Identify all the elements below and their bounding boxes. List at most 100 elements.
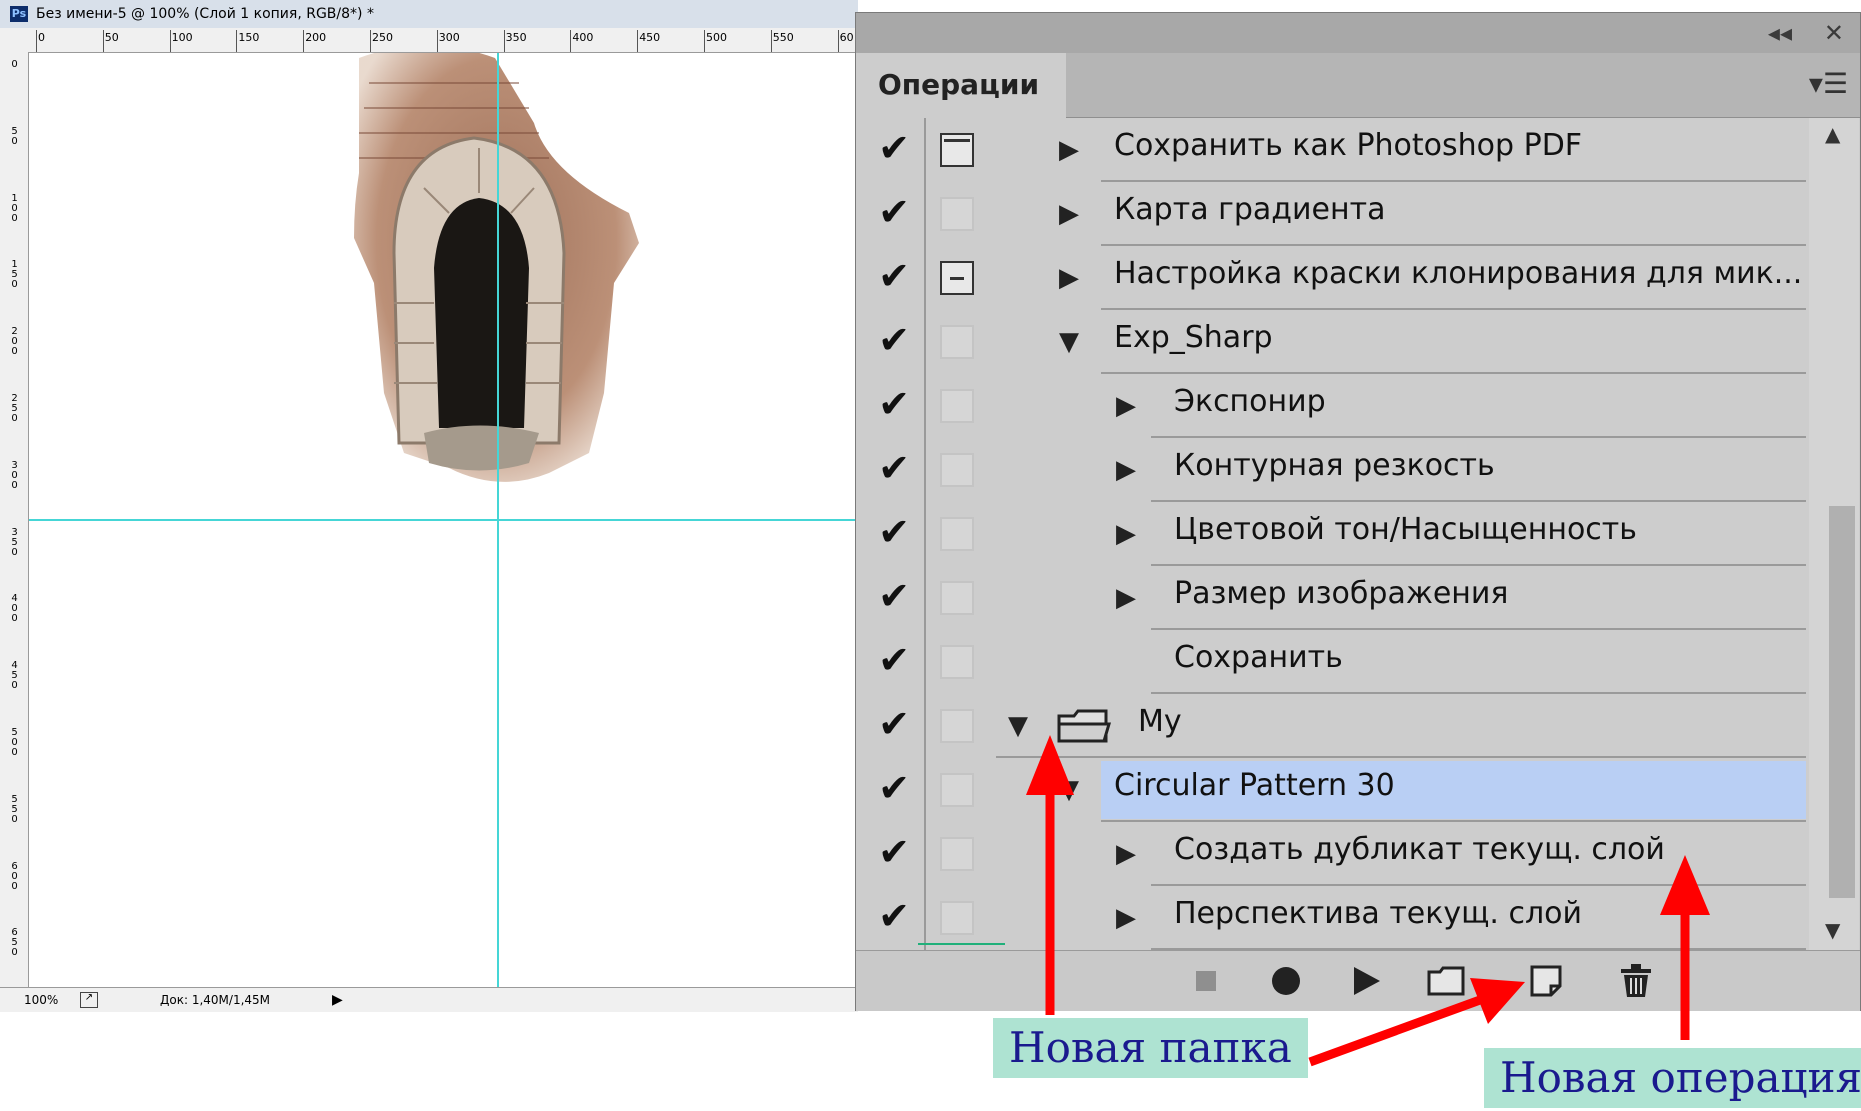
export-icon[interactable]: ↗ xyxy=(80,992,98,1008)
action-row[interactable]: ✔ ▼ Exp_Sharp xyxy=(856,310,1806,374)
dialog-toggle-icon[interactable] xyxy=(940,453,974,487)
ruler-tick xyxy=(36,30,37,52)
ruler-tick xyxy=(570,30,572,52)
dialog-toggle-icon[interactable] xyxy=(940,709,974,743)
dialog-toggle-icon[interactable] xyxy=(940,837,974,871)
expand-triangle-icon[interactable]: ▶ xyxy=(1116,839,1136,869)
scroll-up-icon[interactable]: ▲ xyxy=(1825,122,1840,146)
column-divider xyxy=(924,246,926,310)
record-icon[interactable] xyxy=(1266,961,1306,1001)
collapse-triangle-icon[interactable]: ▼ xyxy=(1059,327,1079,357)
column-divider xyxy=(924,182,926,246)
dialog-toggle-icon[interactable] xyxy=(940,581,974,615)
collapse-icon[interactable]: ◂◂ xyxy=(1768,19,1792,47)
vertical-ruler[interactable]: 0 50 100 150 200 250 300 350 400 450 500 550 600 650 xyxy=(0,52,29,987)
dialog-toggle-icon[interactable] xyxy=(940,901,974,935)
scroll-down-icon[interactable]: ▼ xyxy=(1825,918,1840,942)
ruler-tick xyxy=(770,30,772,52)
ruler-tick-label: 50 xyxy=(11,125,18,147)
zoom-level[interactable]: 100% xyxy=(24,988,58,1012)
dialog-toggle-icon[interactable] xyxy=(940,197,974,231)
action-row[interactable]: ✔ ▼ Circular Pattern 30 xyxy=(856,758,1806,822)
panel-header[interactable]: ◂◂ ✕ xyxy=(856,13,1860,53)
status-arrow-icon[interactable]: ▶ xyxy=(332,988,343,1012)
column-divider xyxy=(924,758,926,822)
action-row[interactable]: ✔ ▶ Перспектива текущ. слой xyxy=(856,886,1806,950)
new-folder-callout: Новая папка xyxy=(993,1018,1308,1078)
action-row[interactable]: ✔ ▶ Сохранить как Photoshop PDF xyxy=(856,118,1806,182)
dialog-toggle-icon[interactable] xyxy=(940,389,974,423)
ruler-tick-label: 100 xyxy=(11,192,18,224)
column-divider xyxy=(924,694,926,758)
collapse-triangle-icon[interactable]: ▼ xyxy=(1008,711,1028,741)
action-row[interactable]: ✔ ▶ Контурная резкость xyxy=(856,438,1806,502)
ruler-tick xyxy=(637,30,639,52)
ruler-tick xyxy=(370,30,371,52)
document-title: Без имени-5 @ 100% (Слой 1 копия, RGB/8*… xyxy=(36,6,374,22)
action-row[interactable]: ✔ ▶ Размер изображения xyxy=(856,566,1806,630)
action-row[interactable]: ✔ ▶ Экспонир xyxy=(856,374,1806,438)
new-action-icon[interactable] xyxy=(1526,961,1566,1001)
toggle-checkmark-icon[interactable]: ✔ xyxy=(874,894,914,938)
toggle-checkmark-icon[interactable]: ✔ xyxy=(874,126,914,170)
expand-triangle-icon[interactable]: ▶ xyxy=(1116,583,1136,613)
toggle-checkmark-icon[interactable]: ✔ xyxy=(874,638,914,682)
column-divider xyxy=(924,118,926,182)
dialog-toggle-icon[interactable] xyxy=(940,261,974,295)
actions-panel: ◂◂ ✕ Операции ▾☰ ✔ ▶ Сохранить как Photosh… xyxy=(855,12,1861,1011)
collapse-triangle-icon[interactable]: ▼ xyxy=(1059,775,1079,805)
ruler-tick-label: 600 xyxy=(11,860,18,892)
dialog-toggle-icon[interactable] xyxy=(940,133,974,167)
document-title-bar[interactable]: Ps Без имени-5 @ 100% (Слой 1 копия, RGB… xyxy=(0,0,858,29)
play-icon[interactable] xyxy=(1346,961,1386,1001)
ruler-tick-label: 450 xyxy=(11,660,18,692)
new-set-folder-icon[interactable] xyxy=(1426,961,1466,1001)
scroll-thumb[interactable] xyxy=(1829,506,1855,898)
toggle-checkmark-icon[interactable]: ✔ xyxy=(874,830,914,874)
expand-triangle-icon[interactable]: ▶ xyxy=(1116,455,1136,485)
panel-menu-icon[interactable]: ▾☰ xyxy=(1809,67,1848,100)
ruler-tick-label: 150 xyxy=(238,31,260,44)
toggle-checkmark-icon[interactable]: ✔ xyxy=(874,510,914,554)
ruler-tick-label: 550 xyxy=(772,31,794,44)
toggle-checkmark-icon[interactable]: ✔ xyxy=(874,382,914,426)
tab-actions[interactable]: Операции xyxy=(856,53,1066,118)
action-label: Exp_Sharp xyxy=(1114,320,1273,355)
expand-triangle-icon[interactable]: ▶ xyxy=(1059,263,1079,293)
expand-triangle-icon[interactable]: ▶ xyxy=(1059,135,1079,165)
toggle-checkmark-icon[interactable]: ✔ xyxy=(874,446,914,490)
dialog-toggle-icon[interactable] xyxy=(940,773,974,807)
document-window: Ps Без имени-5 @ 100% (Слой 1 копия, RGB… xyxy=(0,0,858,1012)
horizontal-ruler[interactable]: 0 50 100 150 200 250 300 350 400 450 500 550 60 xyxy=(0,28,858,53)
expand-triangle-icon[interactable]: ▶ xyxy=(1116,519,1136,549)
ruler-tick-label: 500 xyxy=(706,31,727,44)
horizontal-guide[interactable] xyxy=(29,519,857,521)
trash-icon[interactable] xyxy=(1616,961,1656,1001)
scrollbar[interactable]: ▲ ▼ xyxy=(1809,118,1859,950)
photoshop-icon: Ps xyxy=(10,6,28,22)
toggle-checkmark-icon[interactable]: ✔ xyxy=(874,766,914,810)
dialog-toggle-icon[interactable] xyxy=(940,325,974,359)
toggle-checkmark-icon[interactable]: ✔ xyxy=(874,574,914,618)
column-divider xyxy=(924,310,926,374)
stop-icon[interactable] xyxy=(1186,961,1226,1001)
action-row[interactable]: ✔ ▶ Карта градиента xyxy=(856,182,1806,246)
toggle-checkmark-icon[interactable]: ✔ xyxy=(874,318,914,362)
expand-triangle-icon[interactable]: ▶ xyxy=(1116,903,1136,933)
action-row[interactable]: ✔ ▶ Настройка краски клонирования для мик.… xyxy=(856,246,1806,310)
expand-triangle-icon[interactable]: ▶ xyxy=(1116,391,1136,421)
action-row[interactable]: ✔ ▶ Создать дубликат текущ. слой xyxy=(856,822,1806,886)
dialog-toggle-icon[interactable] xyxy=(940,517,974,551)
dialog-toggle-icon[interactable] xyxy=(940,645,974,679)
ruler-tick-label: 250 xyxy=(11,393,18,424)
action-set-row[interactable]: ✔ ▼ My xyxy=(856,694,1806,758)
action-row[interactable]: ✔ Сохранить xyxy=(856,630,1806,694)
expand-triangle-icon[interactable]: ▶ xyxy=(1059,199,1079,229)
toggle-checkmark-icon[interactable]: ✔ xyxy=(874,190,914,234)
action-row[interactable]: ✔ ▶ Цветовой тон/Насыщенность xyxy=(856,502,1806,566)
close-icon[interactable]: ✕ xyxy=(1824,19,1844,47)
toggle-checkmark-icon[interactable]: ✔ xyxy=(874,702,914,746)
toggle-checkmark-icon[interactable]: ✔ xyxy=(874,254,914,298)
ruler-tick-label: 0 xyxy=(11,59,18,70)
ruler-tick-label: 550 xyxy=(11,793,18,825)
